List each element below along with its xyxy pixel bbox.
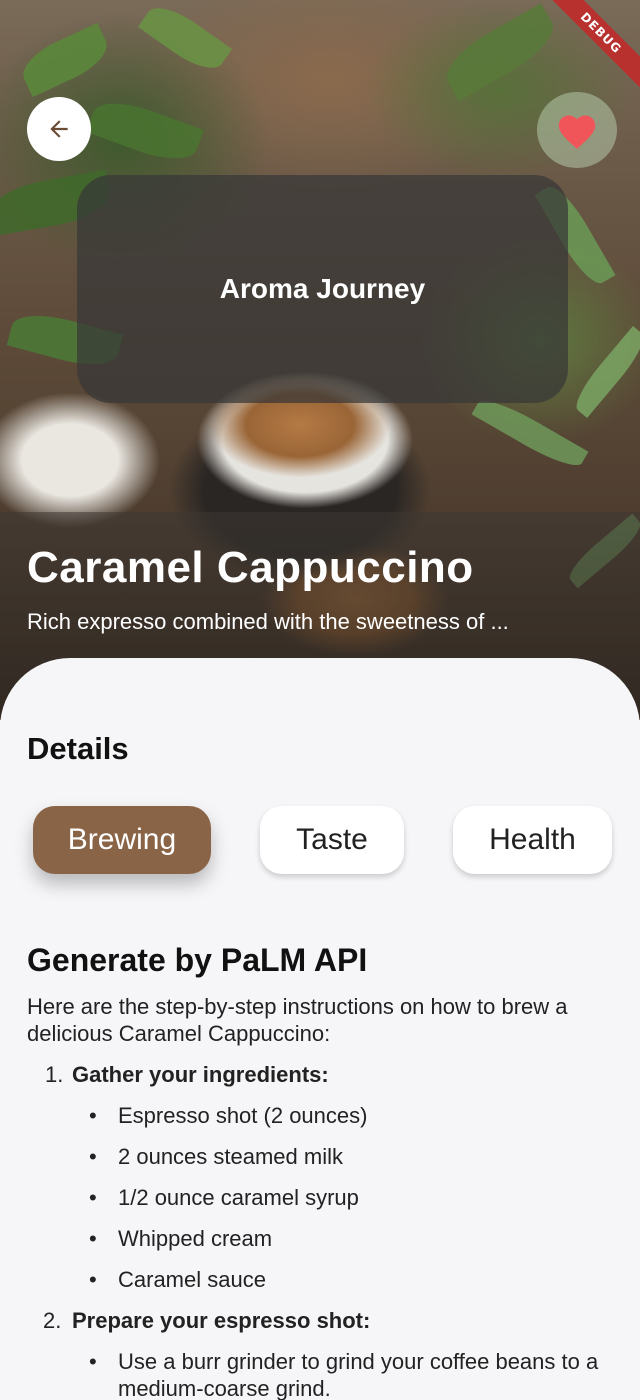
details-heading: Details (27, 731, 129, 766)
bullet-text: 2 ounces steamed milk (118, 1144, 343, 1169)
step-title: Prepare your espresso shot: (72, 1308, 371, 1333)
step-title: Gather your ingredients: (72, 1062, 329, 1087)
bullet-item: • Whipped cream (89, 1226, 273, 1251)
bullet-text: Espresso shot (2 ounces) (118, 1103, 368, 1128)
bullet-item: • 1/2 ounce caramel syrup (89, 1185, 359, 1210)
tab-label: Taste (296, 823, 368, 856)
bullet-item: • Espresso shot (2 ounces) (89, 1103, 368, 1128)
step-number: 1. (45, 1062, 64, 1087)
bullet-item: • Use a burr grinder to grind your coffee… (89, 1349, 599, 1400)
tab-health[interactable]: Health (453, 806, 612, 874)
tab-label: Brewing (67, 823, 177, 856)
heart-icon (558, 115, 596, 149)
favorite-button[interactable] (537, 92, 617, 168)
intro-text: Here are the step-by-step instructions o… (27, 994, 568, 1046)
bullet-text: 1/2 ounce caramel syrup (118, 1185, 359, 1210)
step-number: 2. (43, 1308, 62, 1333)
aroma-journey-card[interactable]: Aroma Journey (77, 175, 568, 403)
bullet-text: Whipped cream (118, 1226, 273, 1251)
arrow-left-icon (50, 120, 68, 138)
bullet-item: • Caramel sauce (89, 1267, 266, 1292)
step-item: 2. Prepare your espresso shot: (27, 1307, 617, 1334)
aroma-card-title: Aroma Journey (219, 273, 426, 304)
bullet-list: • Use a burr grinder to grind your coffee… (27, 1348, 617, 1400)
tab-taste[interactable]: Taste (260, 806, 404, 874)
coffee-name: Caramel Cappuccino (27, 543, 474, 592)
step-item: 1. Gather your ingredients: (27, 1061, 617, 1088)
generated-content: Here are the step-by-step instructions o… (27, 993, 617, 1400)
bullet-text: Caramel sauce (118, 1267, 266, 1292)
back-button[interactable] (27, 97, 91, 161)
bullet-list: • Espresso shot (2 ounces) • 2 ounces stea… (27, 1102, 617, 1293)
tab-label: Health (489, 823, 576, 856)
tab-brewing[interactable]: Brewing (33, 806, 211, 874)
generated-heading: Generate by PaLM API (27, 942, 368, 978)
bullet-item: • 2 ounces steamed milk (89, 1144, 343, 1169)
bullet-text: Use a burr grinder to grind your coffee … (118, 1349, 599, 1400)
coffee-description: Rich expresso combined with the sweetnes… (27, 609, 509, 634)
